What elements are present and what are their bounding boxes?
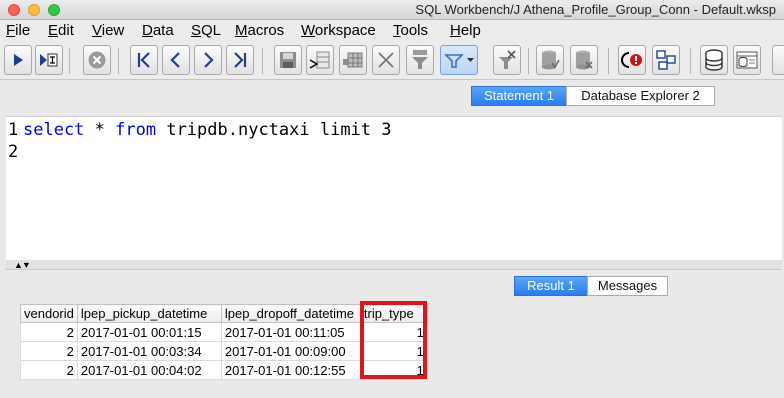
sql-text: tripdb.nyctaxi limit 3: [156, 120, 392, 140]
minimize-window-button[interactable]: [28, 4, 40, 16]
database-icon: [705, 49, 723, 71]
tab-statement-1[interactable]: Statement 1: [471, 86, 567, 106]
delete-row-button[interactable]: [372, 45, 400, 75]
menu-tools[interactable]: Tools: [393, 22, 428, 39]
next-page-icon: [204, 52, 214, 68]
editor-results-splitter[interactable]: ▲▼: [6, 260, 782, 270]
line-number-gutter: 1 2: [6, 117, 22, 261]
commit-icon: [542, 50, 560, 70]
filter-button[interactable]: [406, 45, 434, 75]
first-page-icon: [137, 52, 150, 68]
line-number: 1: [8, 120, 19, 140]
menu-workspace[interactable]: Workspace: [301, 22, 376, 39]
rollback-icon: [576, 50, 593, 70]
sql-keyword: from: [115, 120, 157, 140]
db-explorer-button[interactable]: [733, 45, 761, 75]
menu-data[interactable]: Data: [142, 22, 174, 39]
title-bar: SQL Workbench/J Athena_Profile_Group_Con…: [0, 0, 784, 20]
sql-text: *: [84, 120, 116, 140]
previous-page-icon: [170, 52, 180, 68]
delete-row-icon: [378, 52, 394, 68]
table-cell[interactable]: 2017-01-01 00:03:34: [76, 341, 222, 361]
trip-type-highlight-box: [360, 301, 427, 379]
commit-button[interactable]: [536, 45, 564, 75]
stop-on-error-icon: [621, 52, 642, 68]
tab-messages[interactable]: Messages: [587, 276, 668, 296]
menu-edit[interactable]: Edit: [48, 22, 74, 39]
tab-result-1[interactable]: Result 1: [514, 276, 588, 296]
filter-dropdown-icon: [444, 54, 474, 68]
line-number: 2: [8, 142, 19, 162]
splitter-arrows-icon[interactable]: ▲▼: [14, 260, 31, 270]
tab-database-explorer-2[interactable]: Database Explorer 2: [566, 86, 715, 106]
execute-current-button[interactable]: [35, 45, 63, 75]
table-cell[interactable]: 2017-01-01 00:11:05: [220, 322, 361, 342]
column-header[interactable]: vendorid: [20, 304, 78, 323]
insert-row-icon: [309, 51, 330, 69]
layout-icon: [656, 50, 676, 70]
filter-dropdown-button[interactable]: [440, 45, 478, 75]
previous-page-button[interactable]: [162, 45, 190, 75]
last-page-button[interactable]: [226, 45, 254, 75]
next-page-button[interactable]: [194, 45, 222, 75]
menu-macros[interactable]: Macros: [235, 22, 284, 39]
copy-row-icon: [343, 52, 363, 68]
save-button[interactable]: [274, 45, 302, 75]
menu-view[interactable]: View: [92, 22, 124, 39]
table-cell[interactable]: 2017-01-01 00:01:15: [76, 322, 222, 342]
column-header[interactable]: lpep_pickup_datetime: [76, 304, 222, 323]
last-page-icon: [234, 52, 247, 68]
rollback-button[interactable]: [570, 45, 598, 75]
save-icon: [280, 52, 296, 68]
stop-icon: [88, 51, 106, 69]
execute-button[interactable]: [4, 45, 32, 75]
copy-row-button[interactable]: [339, 45, 367, 75]
window-title: SQL Workbench/J Athena_Profile_Group_Con…: [415, 2, 776, 17]
database-button[interactable]: [700, 45, 728, 75]
stop-button[interactable]: [83, 45, 111, 75]
stop-on-error-button[interactable]: [618, 45, 646, 75]
menu-bar: File Edit View Data SQL Macros Workspace…: [0, 20, 784, 42]
column-header[interactable]: lpep_dropoff_datetime: [220, 304, 361, 323]
table-cell[interactable]: 2: [20, 360, 78, 380]
execute-icon: [14, 54, 23, 66]
toolbar: [0, 42, 784, 80]
insert-row-button[interactable]: [306, 45, 334, 75]
close-window-button[interactable]: [8, 4, 20, 16]
menu-sql[interactable]: SQL: [191, 22, 221, 39]
maximize-window-button[interactable]: [48, 4, 60, 16]
sql-keyword: select: [23, 120, 85, 140]
table-cell[interactable]: 2017-01-01 00:09:00: [220, 341, 361, 361]
db-explorer-icon: [736, 51, 758, 69]
toolbar-overflow-button[interactable]: [772, 45, 784, 75]
table-cell[interactable]: 2017-01-01 00:04:02: [76, 360, 222, 380]
clear-filter-button[interactable]: [493, 45, 521, 75]
filter-icon: [412, 50, 428, 69]
sql-editor[interactable]: 1 2 select * from tripdb.nyctaxi limit 3: [6, 116, 782, 261]
menu-file[interactable]: File: [6, 22, 30, 39]
sql-code-line: select * from tripdb.nyctaxi limit 3: [23, 120, 392, 140]
menu-help[interactable]: Help: [450, 22, 481, 39]
table-cell[interactable]: 2: [20, 322, 78, 342]
table-cell[interactable]: 2: [20, 341, 78, 361]
execute-current-icon: [40, 53, 58, 67]
layout-button[interactable]: [652, 45, 680, 75]
clear-filter-icon: [499, 50, 516, 69]
first-page-button[interactable]: [130, 45, 158, 75]
table-cell[interactable]: 2017-01-01 00:12:55: [220, 360, 361, 380]
